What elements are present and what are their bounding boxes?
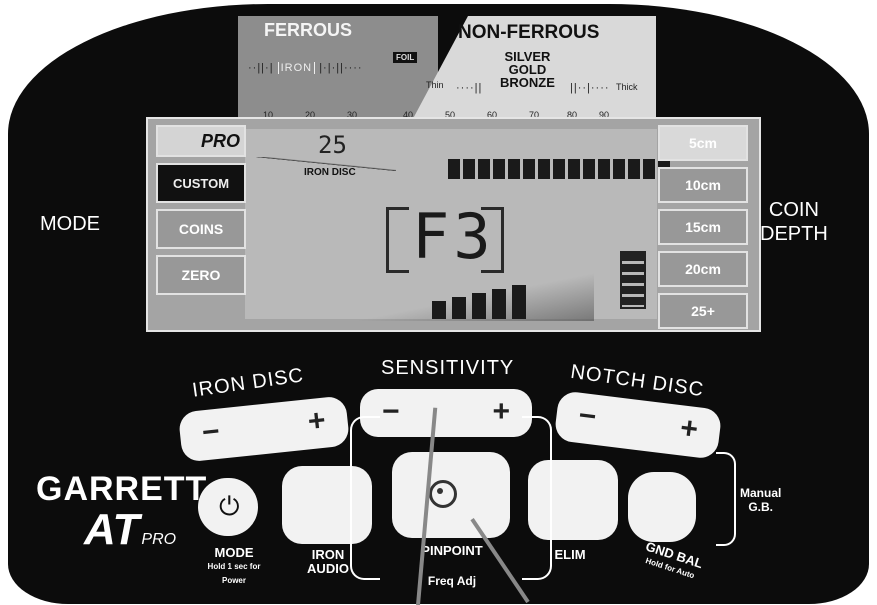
depth-10cm: 10cm	[658, 167, 748, 203]
scale-hatch: |·|·||····	[319, 62, 363, 74]
gb-line: G.B.	[748, 500, 773, 514]
brand-logo: GARRETT	[36, 470, 208, 508]
sensitivity-plus[interactable]: +	[492, 395, 510, 429]
sensitivity-minus[interactable]: −	[382, 395, 400, 429]
mode-list: PRO CUSTOM COINS ZERO	[156, 125, 246, 301]
model-logo: AT PRO	[84, 505, 176, 555]
mode-custom: CUSTOM	[156, 163, 246, 203]
iron-disc-value: 25	[318, 131, 347, 159]
iron-disc-minus[interactable]: −	[200, 415, 221, 451]
depth-25plus: 25+	[658, 293, 748, 329]
metal-bronze: BRONZE	[500, 75, 555, 90]
freq-adj-brace-left	[350, 416, 380, 580]
freq-adj-brace-right	[522, 416, 552, 580]
scale-hatch: ··||·|	[248, 62, 274, 74]
thick-label: Thick	[616, 82, 638, 92]
iron-scale-group: ··||·| IRON |·|·||····	[248, 62, 363, 74]
foil-label: FOIL	[393, 52, 418, 63]
target-id-number: F3	[386, 197, 504, 277]
manual-gb-label: Manual G.B.	[740, 486, 781, 514]
coin-word: COIN	[768, 199, 819, 221]
metals-label: SILVER GOLD BRONZE	[500, 50, 555, 89]
scale-hatch: ····||	[456, 82, 483, 94]
thin-label: Thin	[426, 80, 444, 90]
coin-depth-label: COIN DEPTH	[760, 198, 828, 246]
mode-button-label: MODE Hold 1 sec for Power	[204, 546, 264, 588]
mode-side-label: MODE	[40, 213, 100, 235]
mode-button-text: MODE	[214, 545, 254, 560]
scale-hatch: ||··|····	[570, 82, 610, 94]
iron-audio-line1: IRON	[311, 547, 345, 562]
model-suffix: PRO	[141, 531, 177, 548]
iron-disc-plus[interactable]: +	[306, 404, 327, 440]
lcd-display: PRO CUSTOM COINS ZERO 25 IRON DISC F3 5c…	[146, 117, 761, 332]
manual-gb-brace	[716, 452, 736, 546]
target-id-segments	[448, 159, 670, 179]
depth-15cm: 15cm	[658, 209, 748, 245]
iron-disc-lcd-label: IRON DISC	[304, 167, 356, 178]
depth-5cm: 5cm	[658, 125, 748, 161]
manual-line: Manual	[740, 486, 782, 500]
notch-disc-plus[interactable]: +	[678, 411, 699, 447]
model-name: AT	[84, 505, 140, 554]
depth-list: 5cm 10cm 15cm 20cm 25+	[658, 125, 748, 335]
target-id-scale: FERROUS NON-FERROUS FOIL ··||·| IRON |·|…	[238, 16, 656, 128]
mode-pro: PRO	[156, 125, 246, 157]
bracket-left	[386, 207, 409, 273]
mode-button-hint: Hold 1 sec for Power	[207, 562, 261, 585]
depth-word: DEPTH	[760, 223, 828, 245]
nonferrous-label: NON-FERROUS	[458, 22, 600, 43]
depth-20cm: 20cm	[658, 251, 748, 287]
iron-audio-label: IRON AUDIO	[298, 548, 358, 576]
iron-audio-line2: AUDIO	[307, 561, 349, 576]
power-icon: ⏻	[219, 491, 240, 521]
battery-icon	[620, 251, 646, 309]
sensitivity-rocker[interactable]: − +	[360, 389, 532, 437]
display-code: F3	[412, 200, 495, 273]
mode-coins: COINS	[156, 209, 246, 249]
iron-label: IRON	[277, 62, 316, 74]
mode-zero: ZERO	[156, 255, 246, 295]
ferrous-label: FERROUS	[264, 20, 353, 40]
sensitivity-bar-graph	[354, 273, 594, 321]
sensitivity-group-label: SENSITIVITY	[381, 357, 515, 379]
gnd-bal-button[interactable]	[628, 472, 696, 542]
notch-disc-minus[interactable]: −	[577, 399, 598, 435]
